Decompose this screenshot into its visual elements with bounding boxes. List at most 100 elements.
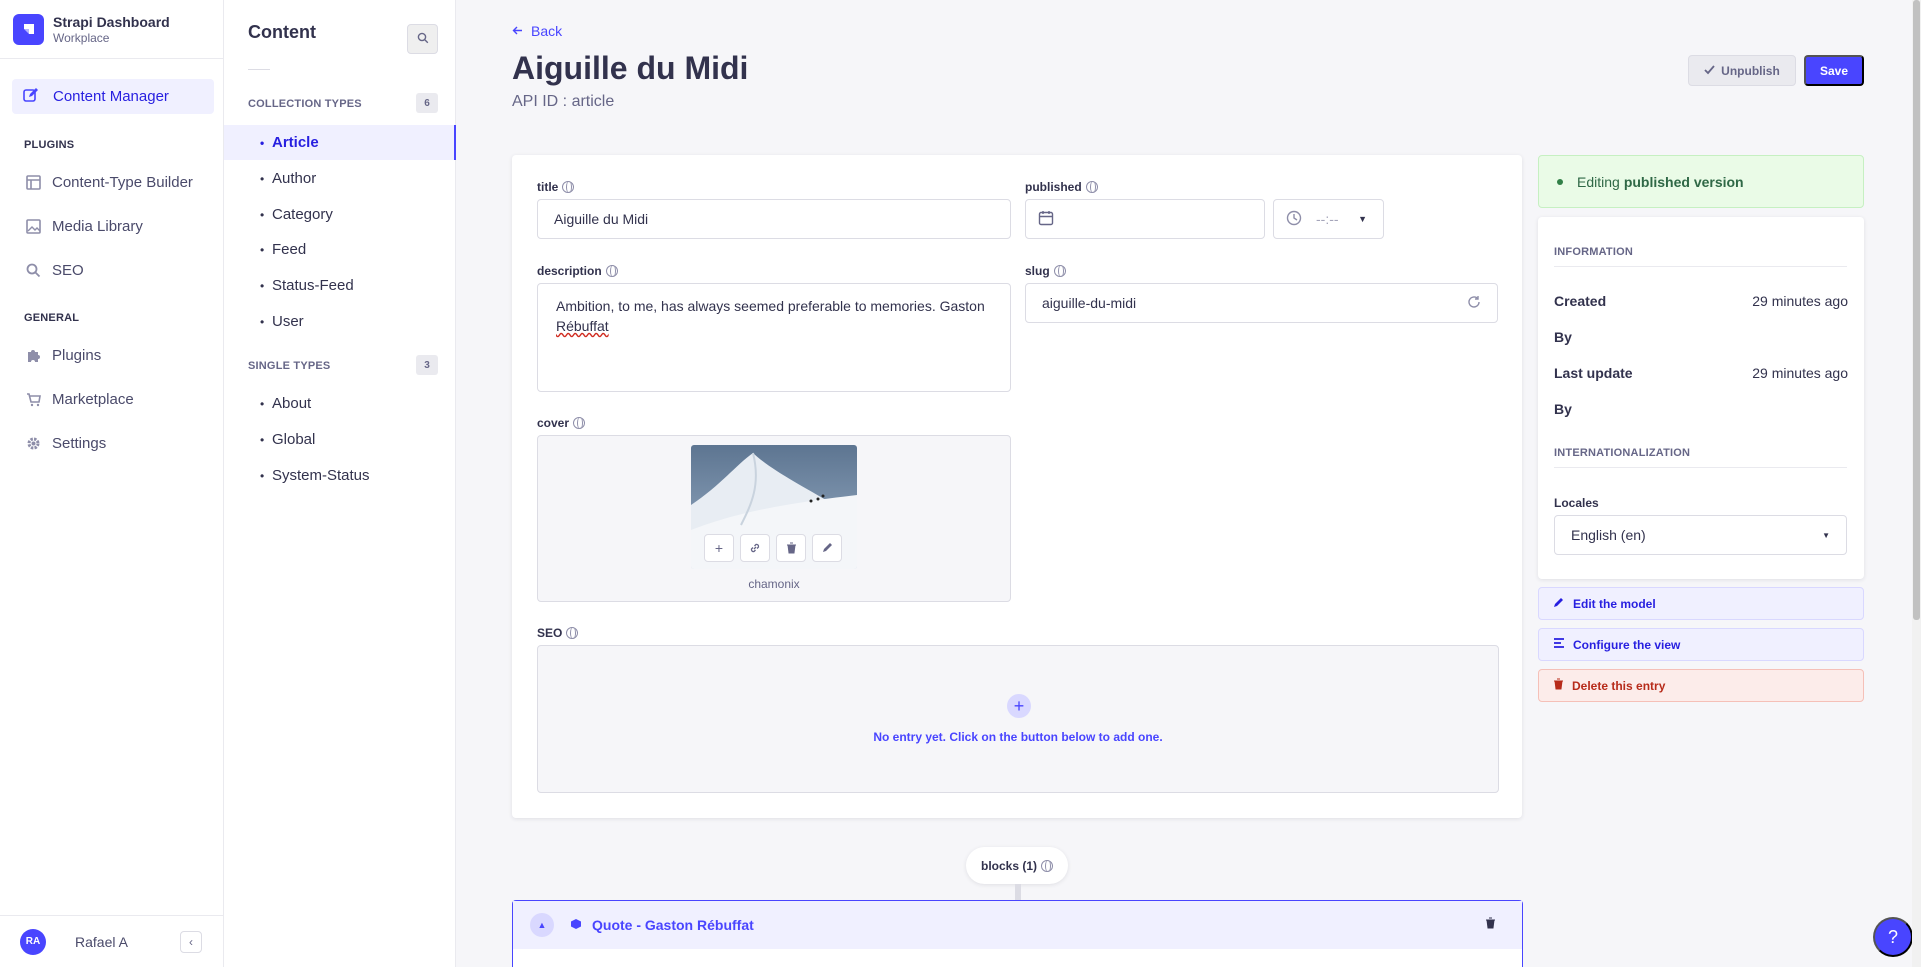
subnav-item-system-status[interactable]: System-Status [224, 458, 456, 493]
help-button[interactable]: ? [1873, 917, 1913, 957]
link-icon[interactable] [740, 534, 770, 562]
slug-label-text: slug [1025, 264, 1050, 278]
arrow-left-icon [512, 23, 523, 39]
created-key: Created [1554, 293, 1607, 309]
calendar-icon [1038, 210, 1054, 229]
nav-section-general: GENERAL [24, 312, 80, 324]
nav-item-settings[interactable]: Settings [24, 432, 106, 454]
gear-icon [24, 436, 42, 451]
trash-icon[interactable] [1485, 917, 1496, 932]
title-label: title [537, 180, 575, 194]
chevron-up-icon[interactable]: ▲ [530, 913, 554, 937]
pencil-icon[interactable] [812, 534, 842, 562]
description-textarea[interactable]: Ambition, to me, has always seemed prefe… [537, 283, 1011, 392]
title-label-text: title [537, 180, 559, 194]
puzzle-icon [24, 348, 42, 363]
seo-component-field[interactable]: + No entry yet. Click on the button belo… [537, 645, 1499, 793]
main-navigation: Strapi Dashboard Workplace Content Manag… [0, 0, 224, 967]
subnav-item-feed[interactable]: Feed [224, 232, 456, 267]
edit-model-label: Edit the model [1573, 596, 1656, 611]
nav-section-plugins: PLUGINS [24, 139, 75, 151]
trash-icon [1553, 678, 1564, 693]
globe-icon [1053, 265, 1066, 277]
back-link[interactable]: Back [512, 23, 562, 39]
edit-model-button[interactable]: Edit the model [1538, 587, 1864, 620]
nav-item-content-type-builder[interactable]: Content-Type Builder [24, 171, 193, 193]
created-value: 29 minutes ago [1752, 293, 1848, 309]
save-button[interactable]: Save [1804, 55, 1864, 86]
published-label: published [1025, 180, 1098, 194]
nav-item-content-manager[interactable]: Content Manager [12, 79, 214, 114]
created-by-key: By [1554, 329, 1572, 345]
unpublish-button[interactable]: Unpublish [1688, 55, 1796, 86]
slug-input[interactable]: aiguille-du-midi [1025, 283, 1498, 323]
cover-label-text: cover [537, 416, 570, 430]
seo-label: SEO [537, 626, 579, 640]
description-label: description [537, 264, 618, 278]
published-time-select[interactable]: --:-- ▼ [1273, 199, 1384, 239]
caret-down-icon: ▼ [1822, 530, 1830, 540]
avatar[interactable]: RA [20, 928, 46, 955]
nav-item-marketplace[interactable]: Marketplace [24, 388, 134, 410]
subnav-item-global[interactable]: Global [224, 422, 456, 457]
layout-icon [24, 174, 42, 190]
locales-select[interactable]: English (en) ▼ [1554, 515, 1847, 555]
brand-subtitle: Workplace [53, 30, 110, 45]
subnav-title: Content [248, 22, 316, 42]
updated-key: Last update [1554, 365, 1633, 381]
cover-image[interactable]: + [691, 445, 857, 569]
slug-value: aiguille-du-midi [1042, 295, 1137, 311]
status-dot-icon [1557, 178, 1563, 185]
subnav-item-article[interactable]: Article [224, 125, 456, 160]
subnav-item-label: User [272, 313, 304, 330]
subnav-search-button[interactable] [407, 24, 438, 54]
cube-icon [570, 918, 582, 933]
subnav-item-about[interactable]: About [224, 386, 456, 421]
nav-item-media-library[interactable]: Media Library [24, 215, 143, 237]
status-banner: Editing published version [1538, 155, 1864, 208]
configure-view-button[interactable]: Configure the view [1538, 628, 1864, 661]
refresh-icon[interactable] [1467, 295, 1481, 312]
scrollbar-thumb[interactable] [1913, 0, 1920, 620]
single-types-count: 3 [416, 355, 438, 375]
pencil-icon [1553, 596, 1565, 611]
nav-item-label: Settings [52, 434, 107, 452]
nav-item-label: Media Library [52, 217, 143, 235]
published-label-text: published [1025, 180, 1082, 194]
caret-down-icon: ▼ [1358, 214, 1367, 224]
collection-types-header: COLLECTION TYPES [248, 98, 362, 110]
published-date-input[interactable] [1025, 199, 1265, 239]
subnav-item-status-feed[interactable]: Status-Feed [224, 268, 456, 303]
blocks-label: blocks (1) [966, 847, 1068, 884]
back-label: Back [531, 23, 563, 39]
title-input[interactable]: Aiguille du Midi [537, 199, 1011, 239]
subnav-item-user[interactable]: User [224, 304, 456, 339]
block-header[interactable]: ▲ Quote - Gaston Rébuffat [513, 901, 1522, 949]
trash-icon[interactable] [776, 534, 806, 562]
add-entry-plus-icon[interactable]: + [1007, 694, 1031, 718]
seo-label-text: SEO [537, 626, 563, 640]
globe-icon [573, 417, 586, 429]
delete-entry-button[interactable]: Delete this entry [1538, 669, 1864, 702]
description-label-text: description [537, 264, 602, 278]
cover-media-field[interactable]: + chamonix [537, 435, 1011, 602]
brand-title: Strapi Dashboard [53, 13, 170, 30]
clock-icon [1286, 210, 1302, 229]
page-title: Aiguille du Midi [512, 50, 749, 86]
nav-item-seo[interactable]: SEO [24, 259, 84, 281]
time-placeholder: --:-- [1316, 211, 1339, 227]
collapse-nav-button[interactable]: ‹ [180, 930, 202, 953]
divider [1554, 266, 1847, 267]
divider [248, 69, 270, 70]
user-name[interactable]: Rafael A [75, 934, 128, 950]
subnav-item-category[interactable]: Category [224, 197, 456, 232]
collection-types-count: 6 [416, 93, 438, 113]
add-icon[interactable]: + [704, 534, 734, 562]
nav-item-plugins[interactable]: Plugins [24, 344, 101, 366]
subnav-item-author[interactable]: Author [224, 161, 456, 196]
nav-footer: RA Rafael A ‹ [0, 915, 224, 967]
subnav-item-label: Global [272, 431, 316, 448]
nav-item-label: Plugins [52, 346, 102, 364]
cart-icon [24, 392, 42, 407]
search-icon [417, 32, 429, 47]
